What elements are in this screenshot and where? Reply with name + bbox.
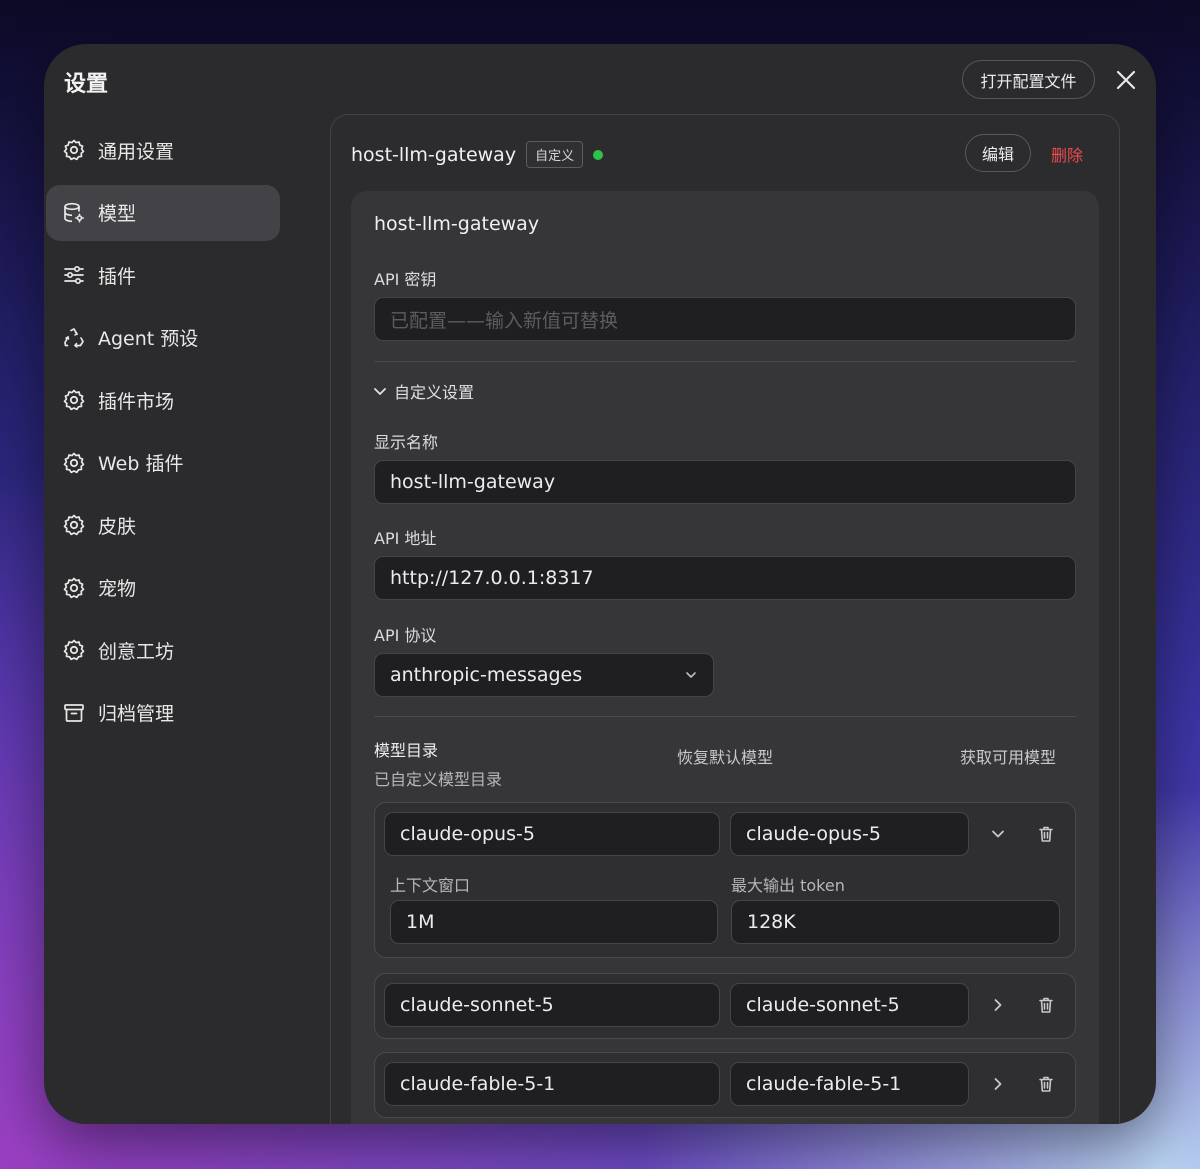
sidebar-item-agent-presets[interactable]: Agent 预设 [46, 310, 280, 366]
sidebar-item-archive[interactable]: 归档管理 [46, 685, 280, 741]
sidebar-item-label: 通用设置 [98, 140, 175, 163]
context-window-input[interactable]: 1M [390, 900, 718, 944]
model-id-input[interactable]: claude-sonnet-5 [384, 983, 720, 1027]
sidebar-item-label: Agent 预设 [98, 328, 199, 350]
sidebar-item-web-plugins[interactable]: Web 插件 [46, 435, 280, 491]
archive-icon [64, 703, 84, 722]
provider-header: host-llm-gateway 自定义 [351, 141, 604, 168]
custom-settings-label: 自定义设置 [394, 383, 475, 402]
context-window-label: 上下文窗口 [390, 876, 471, 895]
api-url-label: API 地址 [374, 529, 437, 548]
restore-default-models-button[interactable]: 恢复默认模型 [677, 744, 773, 768]
chevron-right-icon[interactable] [988, 1074, 1008, 1094]
sidebar-item-workshop[interactable]: 创意工坊 [46, 622, 280, 678]
recycle-icon [64, 327, 84, 348]
model-name-input[interactable]: claude-fable-5-1 [730, 1062, 969, 1106]
divider [374, 716, 1076, 717]
divider [374, 361, 1076, 362]
model-name-input[interactable]: claude-opus-5 [730, 812, 969, 856]
gear-icon [63, 639, 85, 661]
gear-icon [63, 452, 85, 473]
sidebar-item-pets[interactable]: 宠物 [46, 560, 280, 616]
gear-icon [63, 389, 85, 411]
sidebar-item-label: 皮肤 [98, 515, 137, 538]
provider-panel: host-llm-gateway 自定义 编辑 删除 host-llm-gate… [330, 114, 1120, 1124]
trash-icon[interactable] [1036, 824, 1056, 844]
custom-settings-toggle[interactable]: 自定义设置 [372, 379, 474, 403]
model-id-input[interactable]: claude-opus-5 [384, 812, 720, 856]
gear-icon [63, 514, 85, 536]
provider-card: host-llm-gateway API 密钥 已配置——输入新值可替换 自定义… [351, 191, 1099, 1124]
sidebar-item-label: Web 插件 [98, 453, 184, 475]
sidebar-item-plugins[interactable]: 插件 [46, 247, 280, 303]
chevron-down-icon [374, 388, 386, 395]
api-url-input[interactable]: http://127.0.0.1:8317 [374, 556, 1076, 600]
api-protocol-select[interactable]: anthropic-messages [374, 653, 714, 697]
display-name-input[interactable]: host-llm-gateway [374, 460, 1076, 504]
open-config-button[interactable]: 打开配置文件 [962, 60, 1095, 99]
sidebar-item-models[interactable]: 模型 [46, 184, 280, 241]
custom-badge: 自定义 [526, 141, 584, 168]
window-title: 设置 [64, 72, 109, 97]
delete-button[interactable]: 删除 [1051, 142, 1083, 166]
sidebar-item-general[interactable]: 通用设置 [46, 122, 280, 178]
sidebar-item-label: 归档管理 [98, 703, 175, 725]
model-name-input[interactable]: claude-sonnet-5 [730, 983, 969, 1027]
model-catalog-status: 已自定义模型目录 [374, 770, 503, 789]
edit-button[interactable]: 编辑 [965, 134, 1031, 172]
api-key-label: API 密钥 [374, 270, 437, 289]
model-row: claude-fable-5-1 claude-fable-5-1 [374, 1052, 1076, 1118]
sidebar-item-label: 插件 [98, 265, 137, 288]
sidebar-item-plugin-market[interactable]: 插件市场 [46, 372, 280, 428]
model-row: claude-sonnet-5 claude-sonnet-5 [374, 973, 1076, 1039]
api-protocol-label: API 协议 [374, 626, 437, 645]
settings-window: 设置 打开配置文件 通用设置 模型 插件 Agent 预设 插件市场 Web 插… [44, 44, 1156, 1124]
sidebar-item-skins[interactable]: 皮肤 [46, 497, 280, 553]
database-gear-icon [64, 202, 84, 222]
sidebar-item-label: 创意工坊 [98, 640, 175, 663]
sidebar: 通用设置 模型 插件 Agent 预设 插件市场 Web 插件 皮肤 宠物 创意… [46, 122, 280, 747]
provider-name: host-llm-gateway [351, 143, 517, 166]
trash-icon[interactable] [1036, 1074, 1056, 1094]
sidebar-item-label: 插件市场 [98, 390, 175, 413]
sidebar-item-label: 宠物 [98, 578, 137, 600]
close-icon[interactable] [1114, 68, 1138, 92]
model-row: claude-opus-5 claude-opus-5 上下文窗口 最大输出 t… [374, 802, 1076, 958]
model-catalog-label: 模型目录 [374, 741, 439, 760]
api-key-input[interactable]: 已配置——输入新值可替换 [374, 297, 1076, 341]
gear-icon [63, 139, 85, 161]
display-name-label: 显示名称 [374, 433, 439, 452]
sliders-icon [64, 265, 84, 285]
fetch-models-button[interactable]: 获取可用模型 [960, 744, 1056, 768]
sidebar-item-label: 模型 [98, 203, 137, 225]
model-id-input[interactable]: claude-fable-5-1 [384, 1062, 720, 1106]
chevron-down-icon [686, 672, 696, 678]
trash-icon[interactable] [1036, 995, 1056, 1015]
max-output-label: 最大输出 token [731, 876, 845, 895]
chevron-right-icon[interactable] [988, 995, 1008, 1015]
status-dot [593, 149, 604, 160]
card-title: host-llm-gateway [374, 213, 540, 235]
chevron-down-icon[interactable] [988, 824, 1008, 844]
max-output-input[interactable]: 128K [731, 900, 1060, 944]
gear-icon [63, 577, 85, 598]
api-protocol-value: anthropic-messages [390, 664, 583, 686]
